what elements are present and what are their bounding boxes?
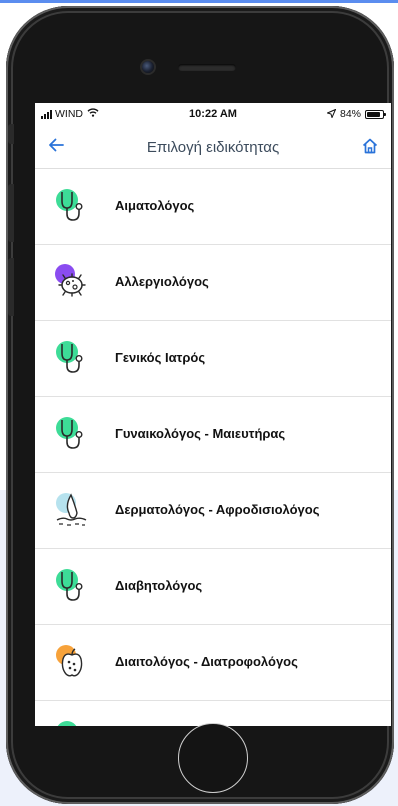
stethoscope-icon bbox=[53, 415, 89, 453]
list-item[interactable]: Διαιτολόγος - Διατροφολόγος bbox=[35, 625, 391, 701]
specialty-label: Διαιτολόγος - Διατροφολόγος bbox=[115, 654, 298, 669]
specialty-label: Γενικός Ιατρός bbox=[115, 350, 206, 365]
earpiece-speaker bbox=[178, 64, 236, 71]
battery-icon bbox=[365, 109, 386, 119]
stethoscope-icon bbox=[53, 719, 89, 726]
list-item[interactable]: Γενικός Ιατρός bbox=[35, 321, 391, 397]
home-icon bbox=[362, 138, 378, 154]
list-item[interactable]: Αιματολόγος bbox=[35, 169, 391, 245]
location-icon bbox=[326, 108, 337, 120]
home-button[interactable] bbox=[361, 137, 379, 155]
specialty-label: Αλλεργιολόγος bbox=[115, 274, 209, 289]
page-title: Επιλογή ειδικότητας bbox=[146, 139, 280, 156]
status-bar: WIND 10:22 AM 84% bbox=[35, 103, 391, 125]
specialty-list: Αιματολόγος Αλλεργιολόγος Γενικός Ιατρός… bbox=[35, 169, 391, 726]
specialty-label: Διαβητολόγος bbox=[115, 578, 203, 593]
status-right: 84% bbox=[326, 108, 386, 120]
stethoscope-icon bbox=[53, 187, 89, 225]
specialty-label: Αιματολόγος bbox=[115, 198, 195, 213]
page-top-line bbox=[0, 0, 398, 3]
volume-up-button bbox=[8, 184, 14, 242]
home-hardware-button[interactable] bbox=[178, 723, 248, 793]
apple-icon bbox=[53, 643, 89, 681]
stethoscope-icon bbox=[53, 339, 89, 377]
navigation-bar: Επιλογή ειδικότητας bbox=[35, 125, 391, 169]
camera-icon bbox=[142, 61, 154, 73]
list-item[interactable]: Δερματολόγος - Αφροδισιολόγος bbox=[35, 473, 391, 549]
stethoscope-icon bbox=[53, 567, 89, 605]
app-screen: WIND 10:22 AM 84% Επιλογή ειδικότητας Αι… bbox=[35, 103, 391, 726]
specialty-label: Δερματολόγος - Αφροδισιολόγος bbox=[115, 502, 320, 517]
list-item[interactable]: Αλλεργιολόγος bbox=[35, 245, 391, 321]
virus-icon bbox=[53, 263, 89, 301]
phone-frame: WIND 10:22 AM 84% Επιλογή ειδικότητας Αι… bbox=[6, 6, 394, 804]
list-item[interactable]: Γυναικολόγος - Μαιευτήρας bbox=[35, 397, 391, 473]
list-item[interactable]: Διαβητολόγος bbox=[35, 549, 391, 625]
volume-down-button bbox=[8, 258, 14, 316]
battery-percent: 84% bbox=[339, 108, 361, 120]
skin-icon bbox=[53, 491, 89, 529]
mute-switch bbox=[8, 124, 14, 144]
specialty-label: Γυναικολόγος - Μαιευτήρας bbox=[115, 426, 286, 441]
